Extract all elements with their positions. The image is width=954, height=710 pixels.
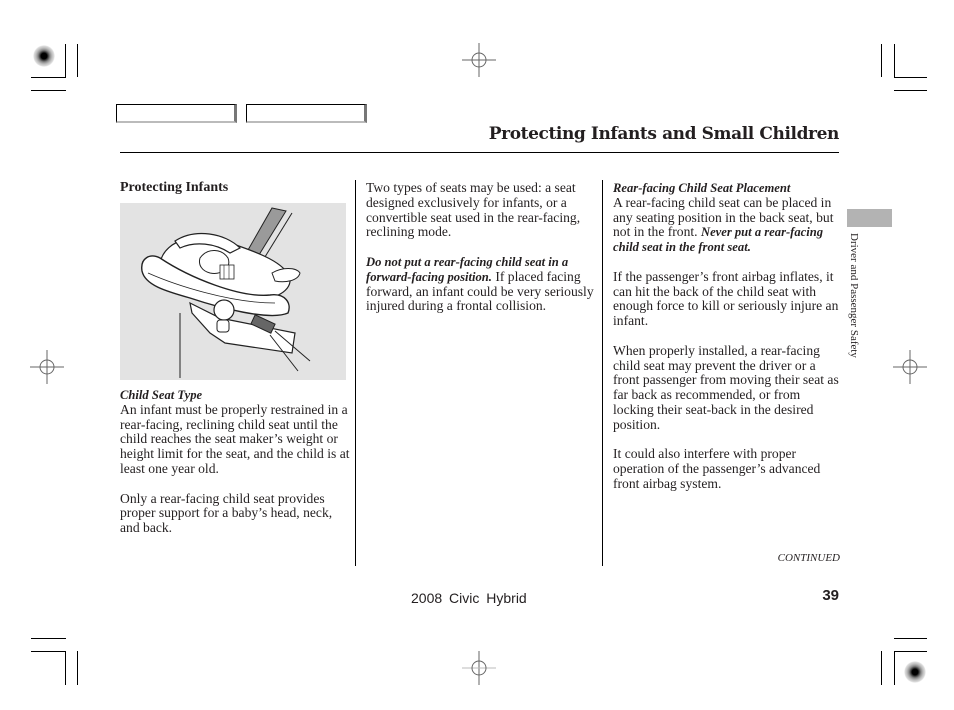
crop-mark [31, 90, 66, 91]
column-3: Rear-facing Child Seat Placement A rear-… [613, 181, 843, 507]
crop-mark [31, 77, 66, 78]
paragraph: If the passenger’s front airbag inflates… [613, 268, 839, 329]
crosshair-icon [462, 43, 496, 77]
crop-mark [894, 77, 927, 78]
crop-mark [894, 90, 927, 91]
subheading-child-seat-type: Child Seat Type [120, 388, 203, 402]
crop-mark [31, 651, 66, 652]
paragraph: Only a rear-facing child seat provides p… [120, 490, 333, 536]
section-heading: Protecting Infants [120, 180, 229, 195]
crop-mark [894, 44, 895, 77]
paragraph: Two types of seats may be used: a seat d… [366, 180, 581, 240]
crosshair-icon [893, 350, 927, 384]
crop-mark [65, 651, 66, 685]
column-1: Protecting Infants [120, 180, 352, 196]
title-rule [120, 152, 839, 153]
paragraph: A rear-facing child seat can be placed i… [613, 195, 843, 255]
column-1-body: Child Seat Type An infant must be proper… [120, 388, 352, 551]
paragraph: When properly installed, a rear-facing c… [613, 342, 839, 432]
crop-mark [894, 638, 927, 639]
warning-paragraph: Do not put a rear-facing child seat in a… [366, 255, 596, 314]
subheading-rear-facing-placement: Rear-facing Child Seat Placement [613, 181, 791, 195]
section-tab-label: Driver and Passenger Safety [848, 233, 860, 358]
crop-mark [65, 44, 66, 77]
column-divider [355, 180, 356, 566]
crop-mark [77, 44, 78, 77]
page-number: 39 [822, 587, 839, 604]
registration-target-icon [33, 45, 55, 67]
column-divider [602, 180, 603, 566]
crop-mark [894, 651, 895, 685]
crop-mark [894, 651, 927, 652]
paragraph: It could also interfere with proper oper… [613, 446, 821, 491]
crosshair-icon [30, 350, 64, 384]
registration-target-icon [904, 661, 926, 683]
nav-tab-table-of-contents[interactable] [246, 104, 367, 123]
nav-tab-main-menu[interactable] [116, 104, 237, 123]
infant-seat-drawing [141, 207, 311, 378]
crop-mark [77, 651, 78, 685]
section-tab-marker [847, 209, 892, 227]
crop-mark [31, 638, 66, 639]
crop-mark [881, 651, 882, 685]
paragraph: An infant must be properly restrained in… [120, 401, 350, 476]
crop-mark [881, 44, 882, 77]
infant-seat-illustration [120, 203, 346, 380]
column-2: Two types of seats may be used: a seat d… [366, 180, 596, 329]
footer-model-name: 2008 Civic Hybrid [411, 590, 527, 606]
page-title: Protecting Infants and Small Children [488, 124, 840, 144]
crosshair-icon [462, 651, 496, 685]
continued-label: CONTINUED [777, 552, 840, 564]
